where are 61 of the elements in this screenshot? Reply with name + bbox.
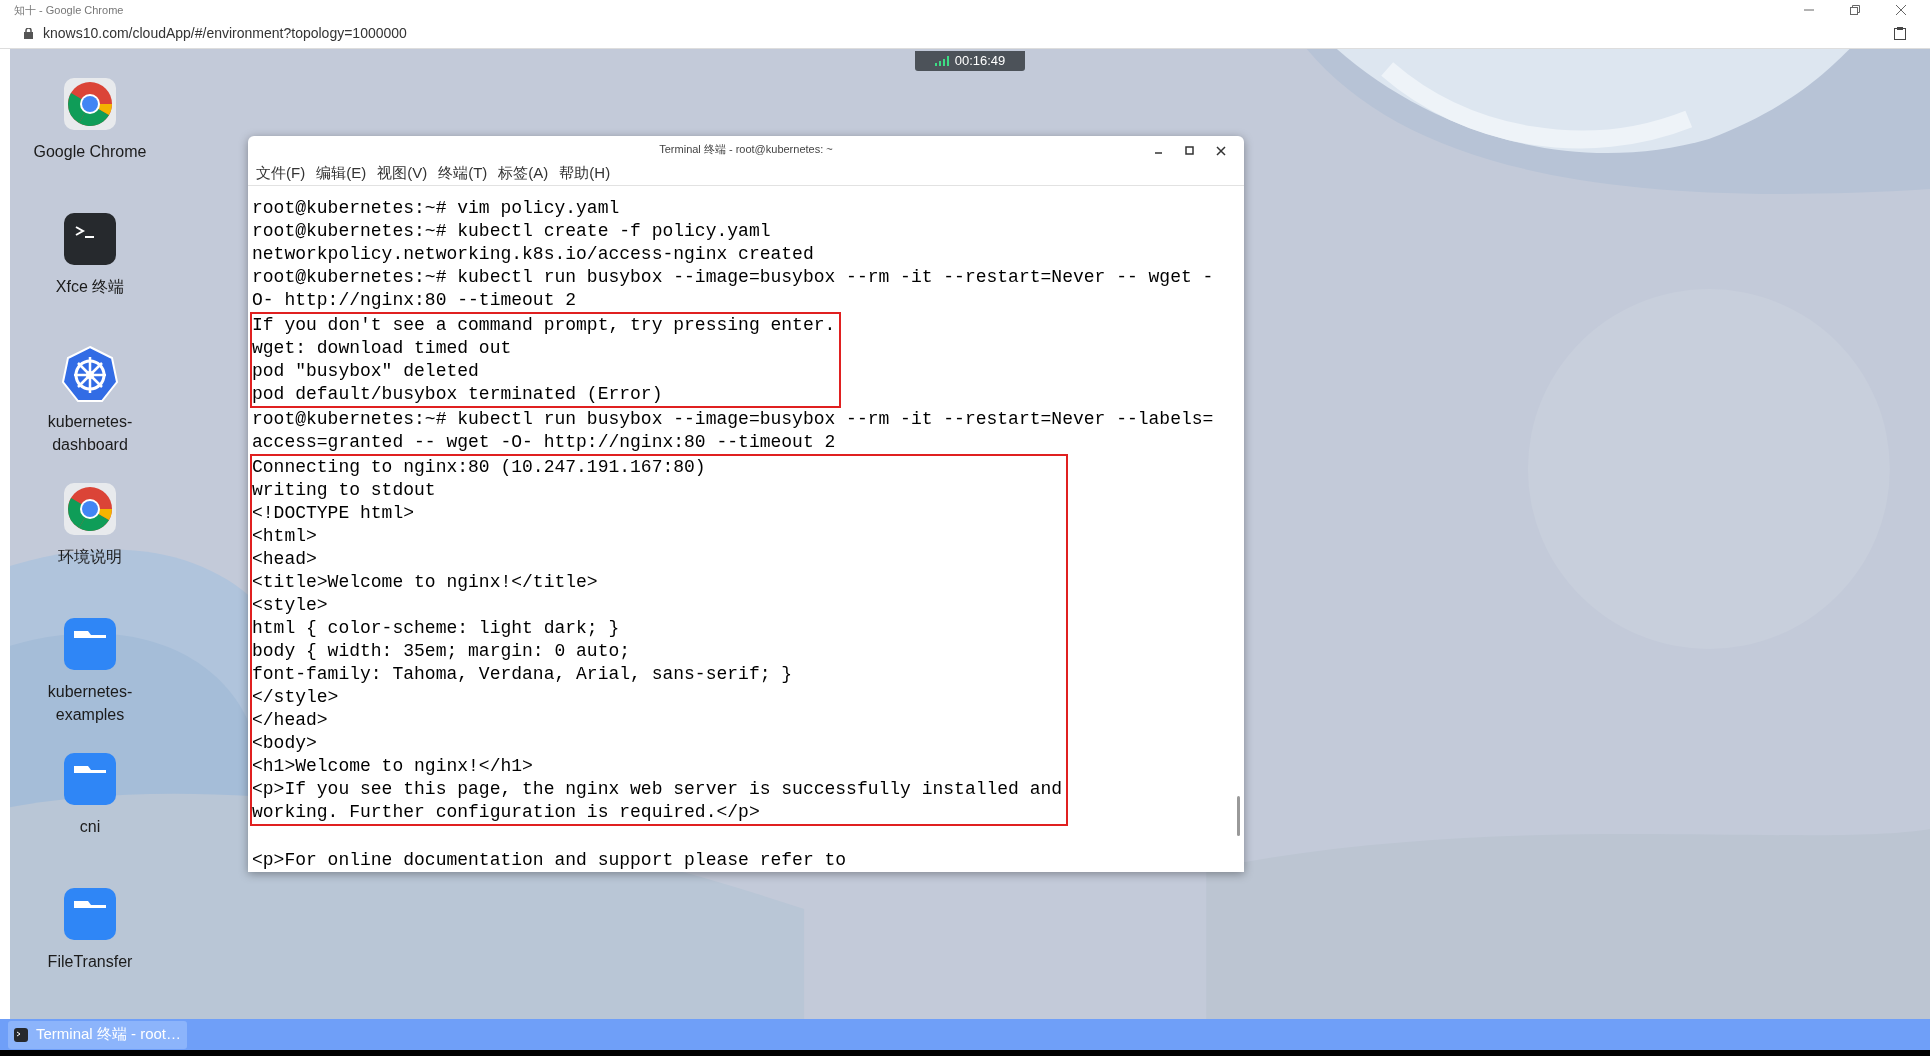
terminal-icon	[14, 1027, 28, 1042]
terminal-line: <style>	[252, 593, 328, 617]
terminal-line: networkpolicy.networking.k8s.io/access-nginx created	[252, 242, 814, 266]
terminal-line: <body>	[252, 731, 317, 755]
close-icon[interactable]	[1896, 4, 1906, 15]
terminal-icon	[64, 212, 116, 265]
menu-item[interactable]: 文件(F)	[256, 162, 306, 185]
chrome-icon	[64, 77, 116, 130]
browser-title: 知十 - Google Chrome	[14, 2, 124, 18]
desktop-icon-label[interactable]: cni	[30, 814, 150, 838]
terminal-line: access=granted -- wget -O- http://nginx:80 --timeout 2	[252, 430, 836, 454]
terminal-line: Connecting to nginx:80 (10.247.191.167:80)	[252, 455, 706, 479]
terminal-line: writing to stdout	[252, 478, 436, 502]
terminal-line: <h1>Welcome to nginx!</h1>	[252, 754, 533, 778]
session-timer: 00:16:49	[954, 52, 1006, 71]
desktop-icon-label[interactable]: FileTransfer	[30, 949, 150, 973]
terminal-line: <p>If you see this page, the nginx web server is successfully installed and	[252, 777, 1063, 801]
terminal-line: <html>	[252, 524, 317, 548]
url-text[interactable]: knows10.com/cloudApp/#/environment?topology=1000000	[43, 23, 407, 45]
terminal-line: </head>	[252, 708, 328, 732]
menu-item[interactable]: 帮助(H)	[559, 162, 611, 185]
terminal-line: body { width: 35em; margin: 0 auto;	[252, 639, 631, 663]
terminal-line: working. Further configuration is required.</p>	[252, 800, 760, 824]
folder-icon	[64, 617, 116, 670]
scrollbar-thumb[interactable]	[1237, 795, 1240, 836]
restore-icon[interactable]	[1850, 4, 1860, 15]
helm-wheel-icon	[61, 344, 119, 403]
menu-item[interactable]: 标签(A)	[498, 162, 549, 185]
terminal-line: pod "busybox" deleted	[252, 359, 479, 383]
lock-icon	[24, 28, 33, 40]
terminal-line: pod default/busybox terminated (Error)	[252, 382, 663, 406]
signal-icon	[934, 55, 949, 66]
terminal-line: If you don't see a command prompt, try pressing enter.	[252, 313, 836, 337]
folder-icon	[64, 752, 116, 805]
terminal-line: wget: download timed out	[252, 336, 512, 360]
terminal-line: html { color-scheme: light dark; }	[252, 616, 620, 640]
desktop-icon-label[interactable]: Xfce 终端	[30, 274, 150, 298]
terminal-line: <head>	[252, 547, 317, 571]
maximize-icon[interactable]	[1185, 146, 1194, 156]
menu-item[interactable]: 编辑(E)	[316, 162, 367, 185]
terminal-line: O- http://nginx:80 --timeout 2	[252, 288, 577, 312]
terminal-line: <!DOCTYPE html>	[252, 501, 415, 525]
folder-icon	[64, 887, 116, 940]
terminal-line: font-family: Tahoma, Verdana, Arial, sans-serif; }	[252, 662, 793, 686]
terminal-line: root@kubernetes:~# kubectl run busybox --image=busybox --rm -it --restart=Never -- wget -	[252, 265, 1214, 289]
menu-item[interactable]: 终端(T)	[438, 162, 488, 185]
terminal-line: root@kubernetes:~# vim policy.yaml	[252, 196, 620, 220]
terminal-line: <title>Welcome to nginx!</title>	[252, 570, 598, 594]
menu-item[interactable]: 视图(V)	[377, 162, 428, 185]
window-title: Terminal 终端 - root@kubernetes: ~	[659, 141, 833, 157]
desktop-icon-label[interactable]: kubernetes-examples	[30, 679, 150, 726]
desktop-icon-label[interactable]: 环境说明	[30, 544, 150, 568]
terminal-line: <p>For online documentation and support please refer to	[252, 848, 847, 872]
chrome-icon	[64, 482, 116, 535]
desktop-icon-label[interactable]: Google Chrome	[30, 139, 150, 163]
terminal-line: root@kubernetes:~# kubectl run busybox --image=busybox --rm -it --restart=Never --labels=	[252, 407, 1214, 431]
clipboard-icon[interactable]	[1894, 27, 1906, 41]
terminal-line: </style>	[252, 685, 339, 709]
terminal-line: root@kubernetes:~# kubectl create -f policy.yaml	[252, 219, 771, 243]
desktop-icon-label[interactable]: kubernetes-dashboard	[30, 409, 150, 456]
close-icon[interactable]	[1216, 145, 1226, 156]
